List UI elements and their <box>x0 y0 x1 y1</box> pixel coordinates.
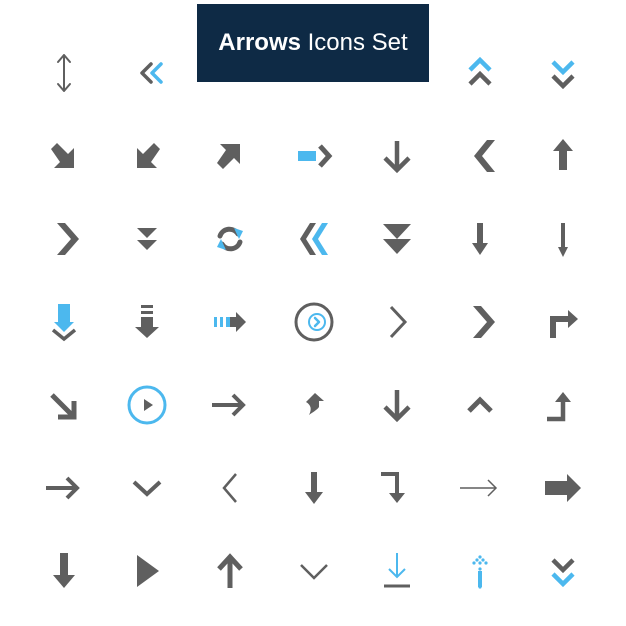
arrow-down-icon <box>367 375 427 435</box>
turn-down-arrow-icon <box>367 458 427 518</box>
arrow-right-icon <box>34 458 94 518</box>
chevron-right-icon <box>367 292 427 352</box>
turn-up-arrow-icon <box>533 375 593 435</box>
double-chevron-up-icon <box>450 43 510 103</box>
arrow-up-icon <box>533 126 593 186</box>
arrow-down-icon <box>284 458 344 518</box>
striped-arrow-down-icon <box>117 292 177 352</box>
arrow-up-icon <box>200 541 260 601</box>
arrow-right-bold-icon <box>533 458 593 518</box>
double-vertical-arrow-icon <box>34 43 94 103</box>
arrow-down-thin-icon <box>533 209 593 269</box>
play-circle-icon <box>117 375 177 435</box>
blue-arrow-down-icon <box>34 292 94 352</box>
double-chevron-down-icon <box>533 541 593 601</box>
download-icon <box>367 541 427 601</box>
turn-right-arrow-icon <box>533 292 593 352</box>
chevron-right-icon <box>34 209 94 269</box>
chevron-right-icon <box>450 292 510 352</box>
title-regular: Icons Set <box>307 29 408 56</box>
arrow-down-right-icon <box>34 126 94 186</box>
circle-chevron-right-icon <box>284 292 344 352</box>
chevron-down-icon <box>117 458 177 518</box>
title-text: Arrows Icons Set <box>218 29 407 57</box>
double-triangle-down-icon <box>117 209 177 269</box>
double-triangle-down-icon <box>367 209 427 269</box>
chevron-left-icon <box>200 458 260 518</box>
play-triangle-icon <box>117 541 177 601</box>
title-banner: Arrows Icons Set <box>197 4 429 82</box>
arrow-down-thick-icon <box>450 209 510 269</box>
arrow-down-right-icon <box>34 375 94 435</box>
arrow-down-icon <box>34 541 94 601</box>
arrow-down-left-icon <box>117 126 177 186</box>
blue-arrow-right-icon <box>284 126 344 186</box>
arrow-down-icon <box>367 126 427 186</box>
double-chevron-down-icon <box>533 43 593 103</box>
dotted-arrow-up-icon <box>450 541 510 601</box>
refresh-icon <box>200 209 260 269</box>
chevron-up-icon <box>450 375 510 435</box>
title-bold: Arrows <box>218 29 301 56</box>
double-chevron-left-icon <box>117 43 177 103</box>
chevron-down-icon <box>284 541 344 601</box>
arrow-up-right-icon <box>200 126 260 186</box>
double-chevron-left-icon <box>284 209 344 269</box>
curved-arrow-up-icon <box>284 375 344 435</box>
arrow-right-thin-icon <box>450 458 510 518</box>
striped-arrow-right-icon <box>200 292 260 352</box>
chevron-left-icon <box>450 126 510 186</box>
arrow-right-icon <box>200 375 260 435</box>
